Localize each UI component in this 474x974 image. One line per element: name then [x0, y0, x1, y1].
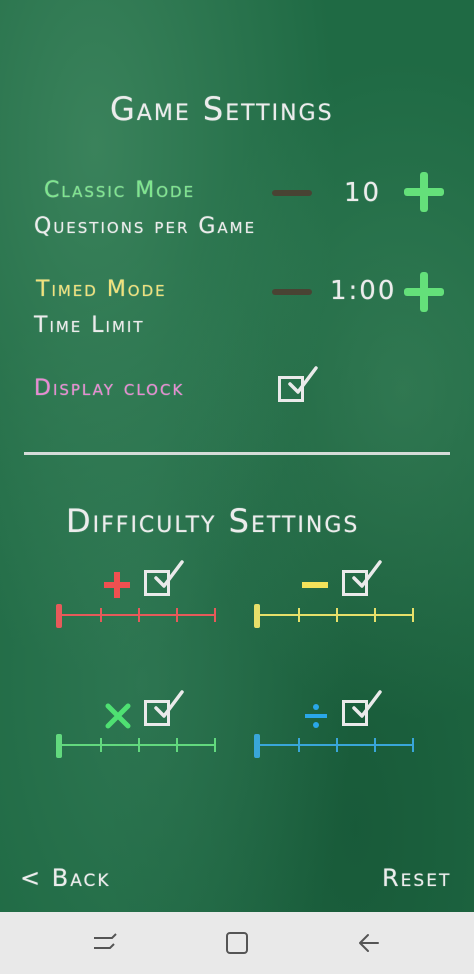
back-button[interactable]: < Back: [20, 864, 111, 892]
slider-handle[interactable]: [56, 604, 62, 628]
time-limit-label: Time Limit: [34, 313, 145, 338]
reset-button[interactable]: Reset: [382, 864, 451, 892]
slider-handle[interactable]: [254, 604, 260, 628]
division-difficulty-slider[interactable]: [254, 734, 414, 758]
checkmark-icon: [154, 690, 184, 718]
back-arrow-icon[interactable]: [356, 930, 382, 956]
divide-icon: [305, 704, 327, 728]
display-clock-checkbox[interactable]: [278, 366, 322, 406]
checkmark-icon: [288, 366, 318, 394]
timed-decrease-button[interactable]: [272, 289, 312, 295]
difficulty-settings-title: Difficulty Settings: [66, 502, 360, 540]
checkmark-icon: [352, 560, 382, 588]
subtraction-difficulty-slider[interactable]: [254, 604, 414, 628]
addition-difficulty-slider[interactable]: [56, 604, 216, 628]
division-checkbox[interactable]: [342, 690, 386, 730]
display-clock-label: Display clock: [34, 376, 185, 401]
timed-increase-button[interactable]: [404, 272, 444, 312]
classic-increase-button[interactable]: [404, 172, 444, 212]
section-divider: [24, 452, 450, 455]
multiplication-operation: [50, 690, 230, 770]
questions-per-game-label: Questions per Game: [34, 214, 257, 239]
subtraction-operation: [250, 560, 430, 640]
addition-checkbox[interactable]: [144, 560, 188, 600]
navigation-bar: [0, 912, 474, 974]
plus-icon: [104, 572, 130, 598]
timed-mode-label: Timed Mode: [36, 277, 167, 302]
times-icon: [105, 703, 131, 729]
slider-handle[interactable]: [254, 734, 260, 758]
multiplication-checkbox[interactable]: [144, 690, 188, 730]
multiplication-difficulty-slider[interactable]: [56, 734, 216, 758]
classic-value: 10: [344, 178, 382, 208]
slider-handle[interactable]: [56, 734, 62, 758]
minus-icon: [302, 582, 328, 588]
home-icon[interactable]: [224, 930, 250, 956]
game-settings-title: Game Settings: [110, 90, 334, 128]
timed-value: 1:00: [330, 276, 397, 306]
checkmark-icon: [352, 690, 382, 718]
division-operation: [250, 690, 430, 770]
classic-mode-label: Classic Mode: [44, 178, 196, 203]
subtraction-checkbox[interactable]: [342, 560, 386, 600]
classic-decrease-button[interactable]: [272, 190, 312, 196]
addition-operation: [50, 560, 230, 640]
recent-apps-icon[interactable]: [92, 932, 118, 954]
checkmark-icon: [154, 560, 184, 588]
